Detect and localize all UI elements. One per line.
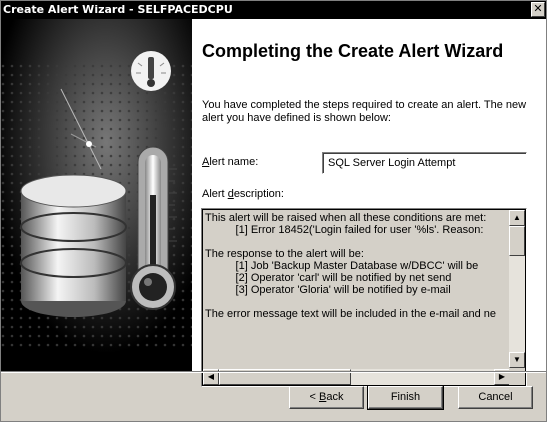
back-button-prefix: < [309,391,319,403]
description-line: The error message text will be included … [205,308,497,320]
alert-description-text: This alert will be raised when all these… [205,212,510,367]
cancel-button[interactable]: Cancel [458,386,533,409]
triangle-right-icon: ▶ [498,372,506,381]
vertical-scrollbar[interactable]: ▲ ▼ [509,210,525,368]
intro-text: You have completed the steps required to… [202,99,527,124]
scroll-up-button[interactable]: ▲ [509,210,525,226]
description-line: The response to the alert will be: [205,248,364,260]
description-line: [2] Operator 'carl' will be notified by … [205,272,452,284]
triangle-up-icon: ▲ [513,213,521,222]
database-thermometer-illustration [1,19,192,371]
alert-description-label-rest: escription: [233,188,284,200]
wizard-content: Completing the Create Alert Wizard You h… [1,19,546,387]
finish-button[interactable]: Finish [367,385,444,410]
vertical-scroll-thumb[interactable] [509,226,525,256]
alert-name-label-rest: lert name: [209,156,259,168]
description-line: [1] Error 18452('Login failed for user '… [205,224,484,236]
wizard-window: Create Alert Wizard - SELFPACEDCPU ✕ Com… [0,0,547,422]
page-title: Completing the Create Alert Wizard [202,41,504,61]
description-line [205,296,510,308]
title-bar[interactable]: Create Alert Wizard - SELFPACEDCPU ✕ [1,1,546,19]
alert-description-label: Alert description: [202,188,284,200]
close-icon: ✕ [533,2,543,15]
alert-description-area[interactable]: This alert will be raised when all these… [203,210,525,385]
alert-name-field[interactable]: SQL Server Login Attempt [322,152,527,174]
window-title: Create Alert Wizard - SELFPACEDCPU [3,3,233,16]
alert-name-label: Alert name: [202,156,258,168]
alert-description-box[interactable]: This alert will be raised when all these… [201,208,527,387]
triangle-left-icon: ◀ [207,372,215,381]
description-line: This alert will be raised when all these… [205,212,487,224]
scroll-down-button[interactable]: ▼ [509,352,525,368]
alert-description-label-prefix: Alert [202,188,228,200]
description-line [205,236,510,248]
description-line: [3] Operator 'Gloria' will be notified b… [205,284,451,296]
back-button-rest: ack [326,391,344,403]
close-button[interactable]: ✕ [531,2,545,17]
wizard-badge-icon [131,51,171,91]
back-button[interactable]: < Back [289,386,364,409]
description-line: [1] Job 'Backup Master Database w/DBCC' … [205,260,479,272]
triangle-down-icon: ▼ [513,355,521,364]
button-separator [1,371,546,373]
